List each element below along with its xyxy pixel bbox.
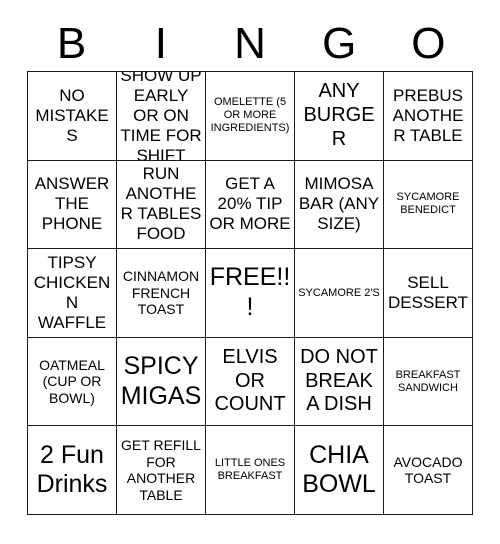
bingo-cell-label: NO MISTAKES <box>35 85 109 145</box>
bingo-cell-label: CINNAMON FRENCH TOAST <box>122 268 200 318</box>
bingo-cell[interactable]: BREAKFAST SANDWICH <box>384 337 473 427</box>
bingo-cell-label: GET A 20% TIP OR MORE <box>209 174 291 234</box>
bingo-cell[interactable]: LITTLE ONES BREAKFAST <box>206 426 295 515</box>
bingo-cell-label: TIPSY CHICKEN N WAFFLE <box>33 252 111 333</box>
bingo-cell-label: RUN ANOTHER TABLES FOOD <box>120 164 202 244</box>
bingo-cell[interactable]: ELVIS OR COUNT <box>206 337 295 427</box>
bingo-header-letter-o: O <box>411 18 446 68</box>
bingo-cell-label: FREE!!! <box>209 263 291 321</box>
bingo-cell-label: GET REFILL FOR ANOTHER TABLE <box>121 437 201 503</box>
bingo-cell[interactable]: CHIA BOWL <box>295 426 384 515</box>
bingo-cell[interactable]: SPICY MIGAS <box>117 337 206 427</box>
bingo-cell-label: ANY BURGER <box>303 80 375 150</box>
bingo-cell[interactable]: OMELETTE (5 OR MORE INGREDIENTS) <box>206 72 295 161</box>
bingo-cell[interactable]: ANSWER THE PHONE <box>28 160 117 250</box>
bingo-cell-label: AVOCADO TOAST <box>393 453 463 487</box>
bingo-cell-label: BREAKFAST SANDWICH <box>395 368 461 394</box>
bingo-cell[interactable]: MIMOSA BAR (ANY SIZE) <box>295 160 384 250</box>
bingo-cell[interactable]: PREBUS ANOTHER TABLE <box>384 72 473 161</box>
bingo-card: B I N G O NO MISTAKES SHOW UP EARLY OR O… <box>0 0 500 544</box>
bingo-cell[interactable]: SYCAMORE 2'S <box>295 249 384 338</box>
bingo-header-letter-n: N <box>234 18 266 68</box>
bingo-cell-label: MIMOSA BAR (ANY SIZE) <box>298 174 380 234</box>
bingo-cell[interactable]: GET A 20% TIP OR MORE <box>206 160 295 250</box>
bingo-cell-label: DO NOT BREAK A DISH <box>300 346 378 416</box>
bingo-cell[interactable]: 2 Fun Drinks <box>28 426 117 515</box>
bingo-header-letter-i: I <box>154 18 167 68</box>
bingo-cell-label: ELVIS OR COUNT <box>214 346 286 416</box>
bingo-cell[interactable]: DO NOT BREAK A DISH <box>295 337 384 427</box>
bingo-cell-label: SYCAMORE BENEDICT <box>396 191 460 217</box>
bingo-cell-label: OATMEAL (CUP OR BOWL) <box>39 356 105 406</box>
bingo-cell-label: SELL DESSERT <box>388 272 468 312</box>
bingo-cell[interactable]: SHOW UP EARLY OR ON TIME FOR SHIFT <box>117 72 206 161</box>
bingo-cell-label: 2 Fun Drinks <box>36 440 108 499</box>
bingo-cell[interactable]: SYCAMORE BENEDICT <box>384 160 473 250</box>
bingo-cell-label: ANSWER THE PHONE <box>34 174 110 234</box>
bingo-cell[interactable]: OATMEAL (CUP OR BOWL) <box>28 337 117 427</box>
bingo-header-row: B I N G O <box>27 16 473 71</box>
bingo-cell-label: SHOW UP EARLY OR ON TIME FOR SHIFT <box>120 72 202 161</box>
bingo-cell[interactable]: ANY BURGER <box>295 72 384 161</box>
bingo-cell[interactable]: CINNAMON FRENCH TOAST <box>117 249 206 338</box>
bingo-cell-label: CHIA BOWL <box>302 440 376 499</box>
bingo-cell[interactable]: SELL DESSERT <box>384 249 473 338</box>
bingo-cell-label: SPICY MIGAS <box>120 352 202 410</box>
bingo-cell[interactable]: TIPSY CHICKEN N WAFFLE <box>28 249 117 338</box>
bingo-cell-label: SYCAMORE 2'S <box>298 286 380 299</box>
bingo-cell-label: LITTLE ONES BREAKFAST <box>214 457 286 483</box>
bingo-cell-label: OMELETTE (5 OR MORE INGREDIENTS) <box>210 96 290 135</box>
bingo-cell[interactable]: GET REFILL FOR ANOTHER TABLE <box>117 426 206 515</box>
bingo-cell[interactable]: AVOCADO TOAST <box>384 426 473 515</box>
bingo-grid: NO MISTAKES SHOW UP EARLY OR ON TIME FOR… <box>27 71 473 515</box>
bingo-cell[interactable]: RUN ANOTHER TABLES FOOD <box>117 160 206 250</box>
bingo-cell[interactable]: NO MISTAKES <box>28 72 117 161</box>
bingo-cell-free-space[interactable]: FREE!!! <box>206 249 295 338</box>
bingo-header-letter-g: G <box>322 18 357 68</box>
bingo-header-letter-b: B <box>56 18 87 68</box>
bingo-cell-label: PREBUS ANOTHER TABLE <box>392 85 464 145</box>
